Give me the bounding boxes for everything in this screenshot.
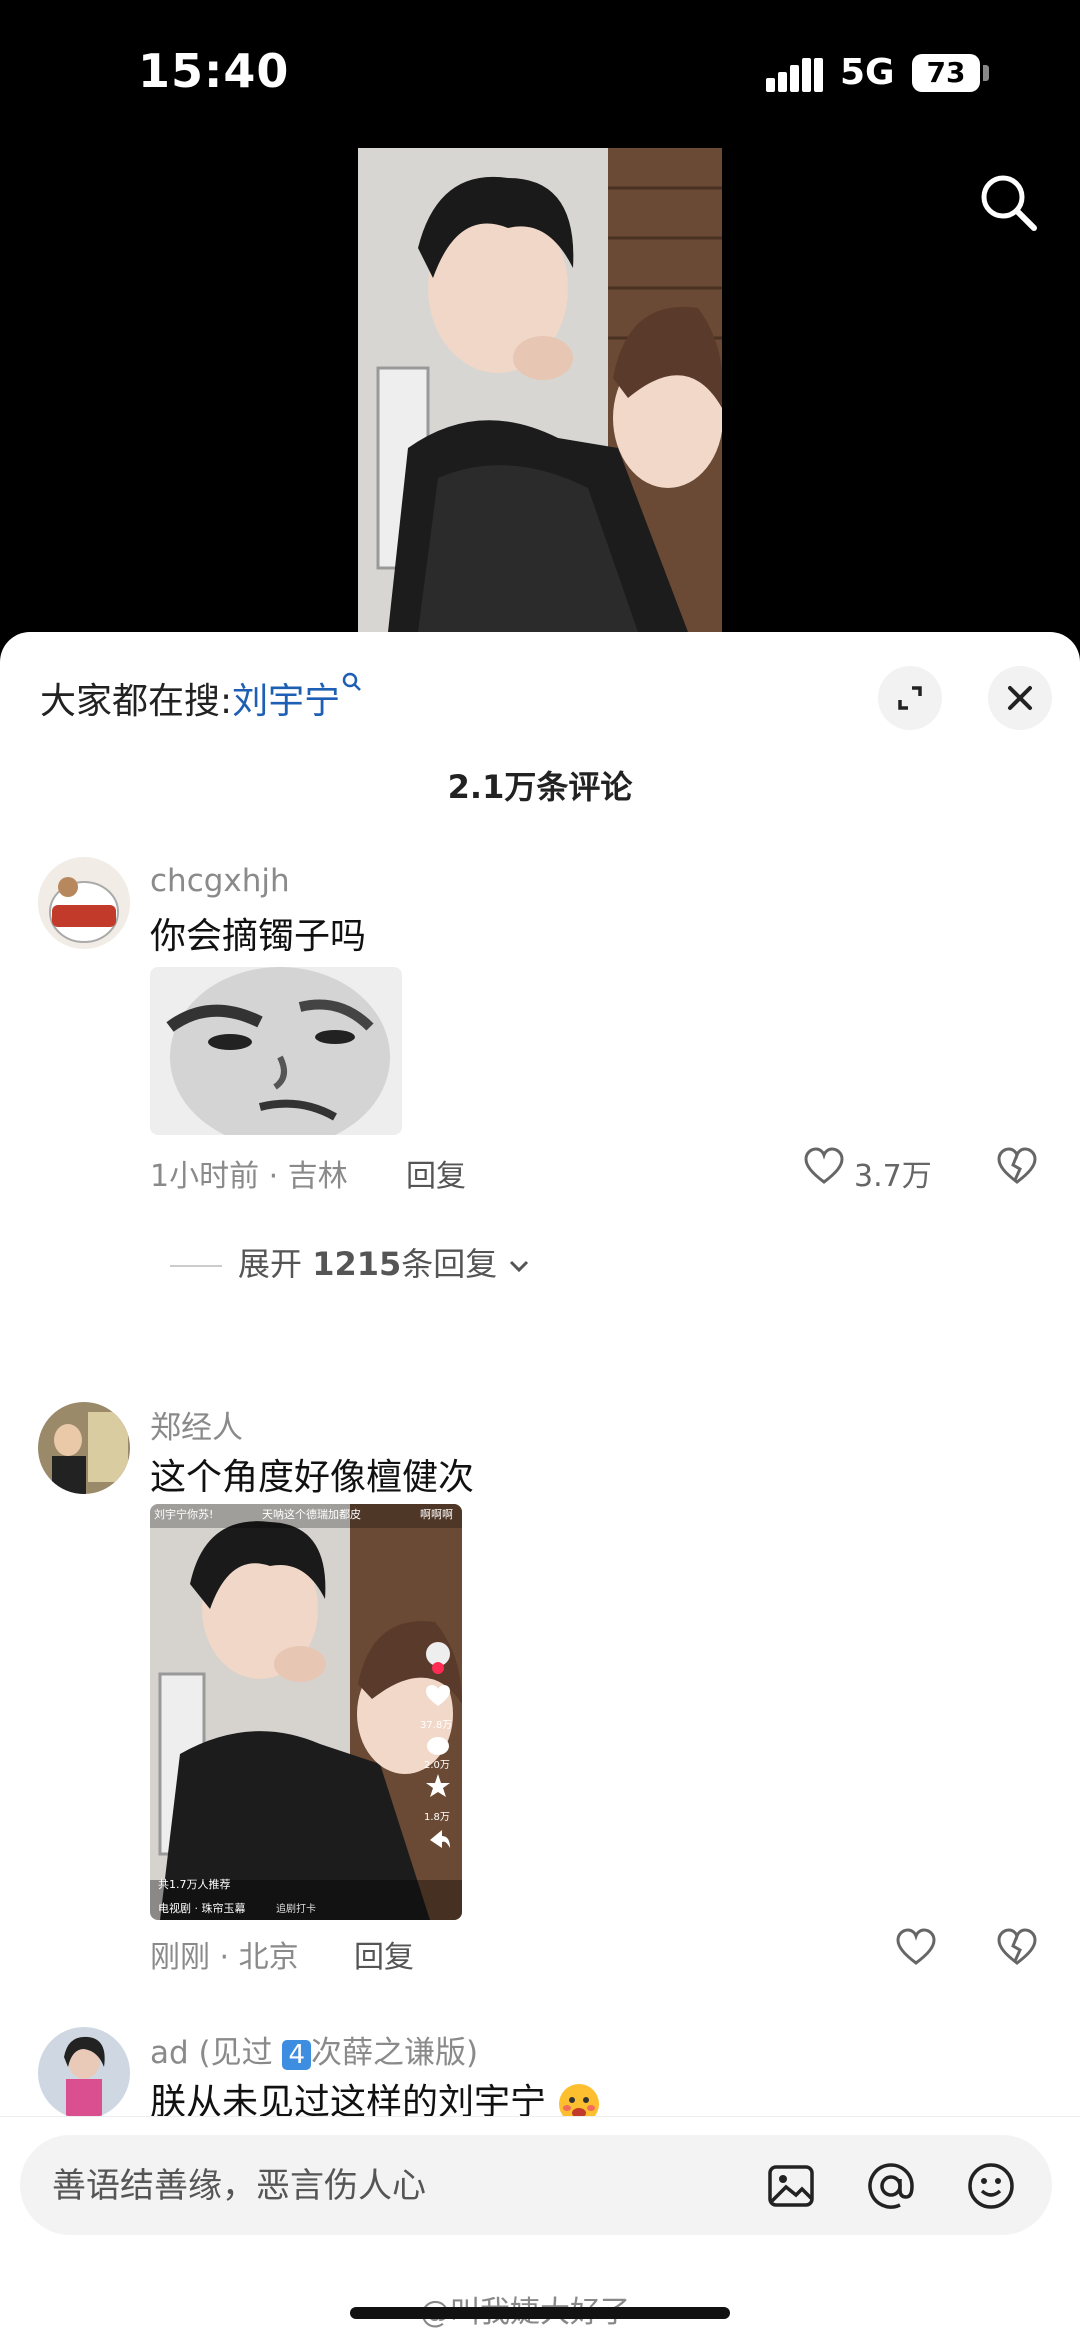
- thumb-show-tail: 追剧打卡: [276, 1904, 316, 1915]
- comment-video-thumbnail[interactable]: 刘宇宁你苏! 天呐这个德瑞加都皮 啊啊啊 37.8万 2.0万 1.8万 共1.…: [150, 1504, 462, 1920]
- avatar-image: [38, 2027, 130, 2119]
- avatar[interactable]: [38, 857, 130, 949]
- thumb-caption-left: 刘宇宁你苏!: [154, 1508, 214, 1521]
- thumb-comment-count: 2.0万: [424, 1760, 450, 1771]
- thumb-like-count: 37.8万: [420, 1720, 453, 1731]
- comment-meta: 1小时前 · 吉林: [150, 1159, 348, 1194]
- thumb-caption-right: 啊啊啊: [420, 1508, 453, 1521]
- avatar-image: [38, 857, 130, 949]
- trending-search[interactable]: 大家都在搜:刘宇宁: [40, 672, 362, 724]
- comment-username[interactable]: ad (见过 4 次薛之谦版): [150, 2027, 478, 2072]
- expand-icon: [898, 686, 922, 710]
- emoji-icon[interactable]: [964, 2159, 1018, 2213]
- close-icon: [1008, 686, 1032, 710]
- comment-input-container: [20, 2135, 1052, 2237]
- reply-button[interactable]: 回复: [354, 1932, 414, 1976]
- search-icon[interactable]: [976, 170, 1040, 234]
- comment-text: 这个角度好像檀健次: [150, 1457, 475, 1498]
- battery-icon: 73: [912, 54, 980, 92]
- home-indicator[interactable]: [350, 2307, 730, 2319]
- comments-sheet: 大家都在搜:刘宇宁 2.1万条评论 chcgxhjh 你会摘镯子吗 1小时前 ·…: [0, 632, 1080, 2340]
- avatar[interactable]: [38, 2027, 130, 2119]
- thumb-fav-count: 1.8万: [424, 1812, 450, 1823]
- expand-suffix: 条回复: [401, 1245, 498, 1283]
- network-type: 5G: [840, 52, 895, 93]
- expand-count: 1215: [312, 1245, 402, 1283]
- comment-input-bar: @叫我婕大好了: [0, 2116, 1080, 2341]
- thumb-show: 电视剧 · 珠帘玉幕: [158, 1902, 246, 1915]
- video-player[interactable]: [358, 148, 722, 632]
- like-count: 3.7万: [854, 1159, 932, 1194]
- small-search-icon: [342, 672, 362, 691]
- status-bar: 15:40 5G 73: [0, 0, 1080, 150]
- image-icon[interactable]: [764, 2159, 818, 2213]
- signal-icon: [766, 56, 824, 92]
- like-icon[interactable]: [896, 1928, 936, 1968]
- username-number-badge: 4: [282, 2040, 312, 2070]
- fullscreen-button[interactable]: [878, 666, 942, 730]
- like-icon[interactable]: [804, 1147, 844, 1187]
- comment-meta: 刚刚 · 北京: [150, 1940, 299, 1975]
- thumb-caption-mid: 天呐这个德瑞加都皮: [262, 1508, 361, 1521]
- comment-input[interactable]: [50, 2135, 754, 2237]
- comment-count: 2.1万条评论: [447, 768, 633, 806]
- avatar-image: [38, 1402, 130, 1494]
- battery-tip: [983, 65, 989, 81]
- avatar[interactable]: [38, 1402, 130, 1494]
- close-button[interactable]: [988, 666, 1052, 730]
- mention-icon[interactable]: [864, 2159, 918, 2213]
- username-part: ad (见过: [150, 2035, 273, 2071]
- chevron-down-icon: [510, 1260, 529, 1273]
- expand-label: 展开: [238, 1245, 303, 1283]
- reply-button[interactable]: 回复: [406, 1151, 466, 1195]
- trending-prefix: 大家都在搜:: [40, 681, 233, 722]
- dislike-icon[interactable]: [997, 1147, 1037, 1187]
- video-frame-image: [358, 148, 722, 632]
- comment-text: 你会摘镯子吗: [150, 916, 367, 957]
- status-time: 15:40: [138, 44, 290, 98]
- username-suffix: 次薛之谦版): [311, 2035, 479, 2071]
- comment-username[interactable]: chcgxhjh: [150, 863, 290, 899]
- divider-line: [170, 1265, 222, 1267]
- video-screenshot-image: [150, 1504, 462, 1920]
- meme-face-image: [150, 967, 402, 1135]
- comment-meme-image[interactable]: [150, 967, 402, 1135]
- comment-username[interactable]: 郑经人: [150, 1402, 243, 1447]
- thumb-recommend: 共1.7万人推荐: [158, 1878, 231, 1891]
- dislike-icon[interactable]: [997, 1928, 1037, 1968]
- expand-replies-button[interactable]: 展开 1215条回复: [170, 1239, 531, 1285]
- trending-keyword[interactable]: 刘宇宁: [232, 681, 340, 722]
